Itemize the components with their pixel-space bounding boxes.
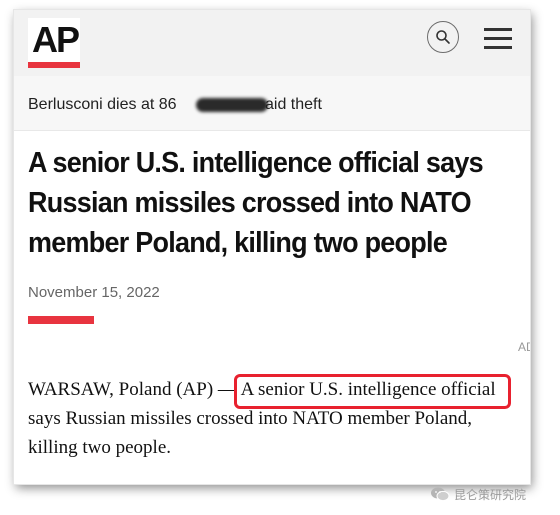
body-rest: says Russian missiles crossed into NATO … [28,408,473,458]
ap-logo[interactable]: AP [28,18,80,68]
watermark: 昆仑策研究院 [430,484,526,504]
logo-red-bar [28,62,80,68]
article-date: November 15, 2022 [28,284,160,301]
body-prefix: WARSAW, Poland (AP) — [28,379,241,400]
wechat-icon [431,487,450,502]
ticker-item-berlusconi[interactable]: Berlusconi dies at 86 [28,96,177,114]
article-page: AP Berlusconi dies at 86 aid theft A sen… [14,10,530,484]
ticker-item-aid-theft[interactable]: aid theft [265,96,322,114]
article-headline: A senior U.S. intelligence official says… [28,147,484,259]
redacted-blur [196,98,268,112]
watermark-text: 昆仑策研究院 [454,487,527,502]
ad-label: AD [518,340,530,354]
trending-ticker: Berlusconi dies at 86 aid theft [14,76,530,131]
search-button[interactable] [427,21,459,53]
hamburger-menu-icon[interactable] [484,26,512,50]
search-icon [436,30,450,44]
logo-text: AP [32,19,80,60]
red-divider [28,316,94,324]
highlight-box [234,374,511,409]
site-header: AP [14,10,530,76]
